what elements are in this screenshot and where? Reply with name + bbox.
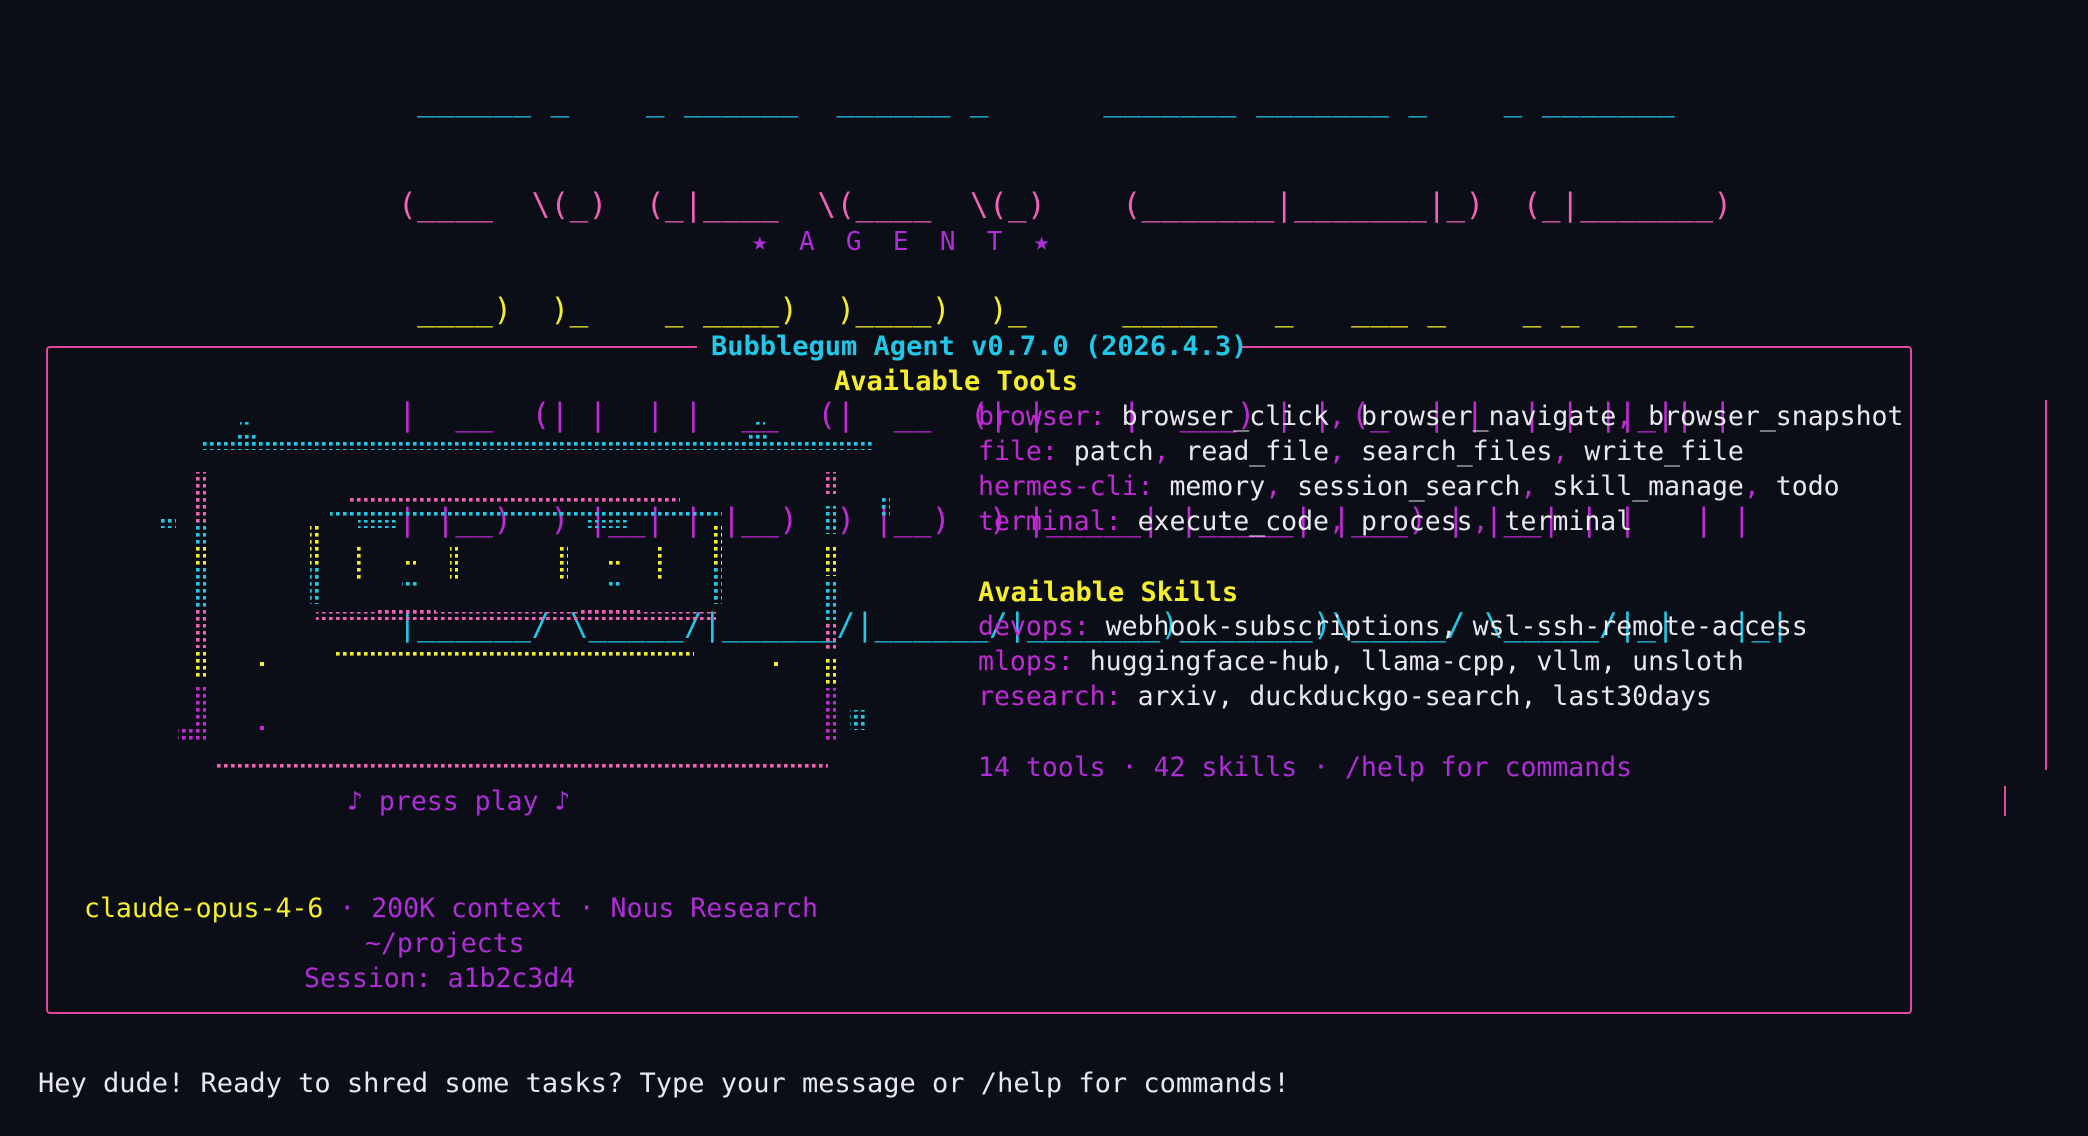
tool-item: session_search: [1297, 471, 1521, 502]
tools-skills-summary: 14 tools · 42 skills · /help for command…: [978, 752, 1633, 783]
separator: ·: [323, 893, 372, 924]
boombox-bottom-edge: [216, 762, 828, 770]
tool-item: process: [1360, 506, 1473, 537]
panel-title: Bubblegum Agent v0.7.0 (2026.4.3): [711, 331, 1248, 362]
speaker-dot: [774, 662, 778, 666]
boombox-right-foot: [850, 710, 866, 730]
boombox-left-side-cyan2: [196, 568, 206, 608]
tool-category: hermes-cli:: [978, 471, 1154, 502]
boombox-right-side-cyan: [826, 506, 836, 534]
boombox-right-knob: [882, 496, 890, 516]
tool-row-terminal: terminal: execute_code, process, termina…: [978, 506, 1633, 537]
boombox-right-side-pink: [826, 472, 836, 494]
boombox-left-side-pink2: [196, 608, 206, 648]
boombox-left-side-yellow: [196, 544, 206, 568]
skill-row-devops: devops: webhook-subscriptions, wsl-ssh-r…: [978, 611, 1808, 642]
boombox-top-bump-right: [748, 434, 770, 446]
boombox-right-side-yellow: [826, 546, 836, 576]
skill-row-research: research: arxiv, duckduckgo-search, last…: [978, 681, 1712, 712]
boombox-art: [158, 422, 890, 770]
cassette-reel-right: [560, 520, 664, 616]
boombox-top-bump-left: [235, 434, 257, 446]
tool-item: patch: [1073, 436, 1154, 467]
boombox-right-side-pink2: [826, 622, 836, 652]
skill-row-mlops: mlops: huggingface-hub, llama-cpp, vllm,…: [978, 646, 1744, 677]
tools-heading: Available Tools: [834, 366, 1078, 397]
boombox-left-knob: [158, 518, 176, 528]
press-play-caption: ♪ press play ♪: [347, 786, 571, 817]
session-id: Session: a1b2c3d4: [304, 963, 576, 994]
speaker-dot: [260, 662, 264, 666]
boombox-left-side-pink: [196, 472, 206, 522]
cassette-top-pink: [350, 496, 680, 502]
boombox-right-side-cyan2: [826, 580, 836, 620]
tool-item: search_files: [1360, 436, 1553, 467]
boombox-left-side-yellow2: [196, 650, 206, 678]
logo-line-1: ______ _ _ ______ ______ _ _______ _____…: [398, 82, 1676, 118]
skill-items: arxiv, duckduckgo-search, last30days: [1137, 681, 1712, 712]
skill-category: mlops:: [978, 646, 1074, 677]
separator: ·: [562, 893, 611, 924]
boombox-left-foot: [178, 726, 194, 740]
boombox-handle-right: [755, 422, 765, 428]
border-fragment: [2004, 786, 2006, 816]
skills-heading: Available Skills: [978, 577, 1239, 608]
tool-item: memory: [1169, 471, 1266, 502]
cassette-reel-left: [354, 520, 458, 616]
greeting-message: Hey dude! Ready to shred some tasks? Typ…: [38, 1068, 1290, 1099]
context-size: 200K context: [371, 893, 563, 924]
tool-item: terminal: [1504, 506, 1633, 537]
boombox-top-edge: [202, 442, 874, 450]
boombox-right-side-magenta: [826, 688, 836, 742]
tool-category: terminal:: [978, 506, 1122, 537]
model-name: claude-opus-4-6: [84, 893, 324, 924]
tool-item: browser_snapshot: [1648, 401, 1904, 432]
cassette-top-cyan: [330, 510, 722, 516]
tool-item: execute_code: [1137, 506, 1330, 537]
tool-item: skill_manage: [1552, 471, 1744, 502]
tool-item: browser_navigate: [1360, 401, 1617, 432]
tool-item: todo: [1775, 471, 1840, 502]
skill-category: devops:: [978, 611, 1090, 642]
tool-item: read_file: [1185, 436, 1330, 467]
speaker-dot: [260, 726, 264, 730]
boombox-left-side-magenta: [196, 684, 206, 740]
tool-category: file:: [978, 436, 1058, 467]
skill-category: research:: [978, 681, 1122, 712]
boombox-left-side-cyan: [196, 522, 206, 544]
logo-subtitle: ★ A G E N T ★: [752, 227, 1050, 257]
tool-item: browser_click: [1121, 401, 1330, 432]
skill-items: webhook-subscriptions, wsl-ssh-remote-ac…: [1105, 611, 1808, 642]
logo-line-3: ____) )_ _ ____) )____) )_ _____ _ ___ _…: [398, 292, 1695, 328]
tool-category: browser:: [978, 401, 1106, 432]
tool-item: write_file: [1584, 436, 1744, 467]
boombox-handle-left: [240, 422, 250, 428]
tool-row-file: file: patch, read_file, search_files, wr…: [978, 436, 1744, 467]
tool-row-hermes-cli: hermes-cli: memory, session_search, skil…: [978, 471, 1840, 502]
tool-row-browser: browser: browser_click, browser_navigate…: [978, 401, 1904, 432]
border-fragment: [2045, 400, 2047, 770]
logo-line-2: (____ \(_) (_|____ \(____ \(_) (_______|…: [398, 187, 1733, 223]
boombox-right-side-yellow2: [826, 656, 836, 684]
cassette-right-edge-cyan: [712, 568, 722, 604]
organization-name: Nous Research: [610, 893, 818, 924]
working-directory: ~/projects: [365, 928, 525, 959]
skill-items: huggingface-hub, llama-cpp, vllm, unslot…: [1089, 646, 1744, 677]
cassette-left-edge-cyan: [310, 568, 320, 604]
cassette-bottom-yellow: [336, 652, 694, 656]
model-info-line: claude-opus-4-6 · 200K context · Nous Re…: [84, 893, 818, 924]
